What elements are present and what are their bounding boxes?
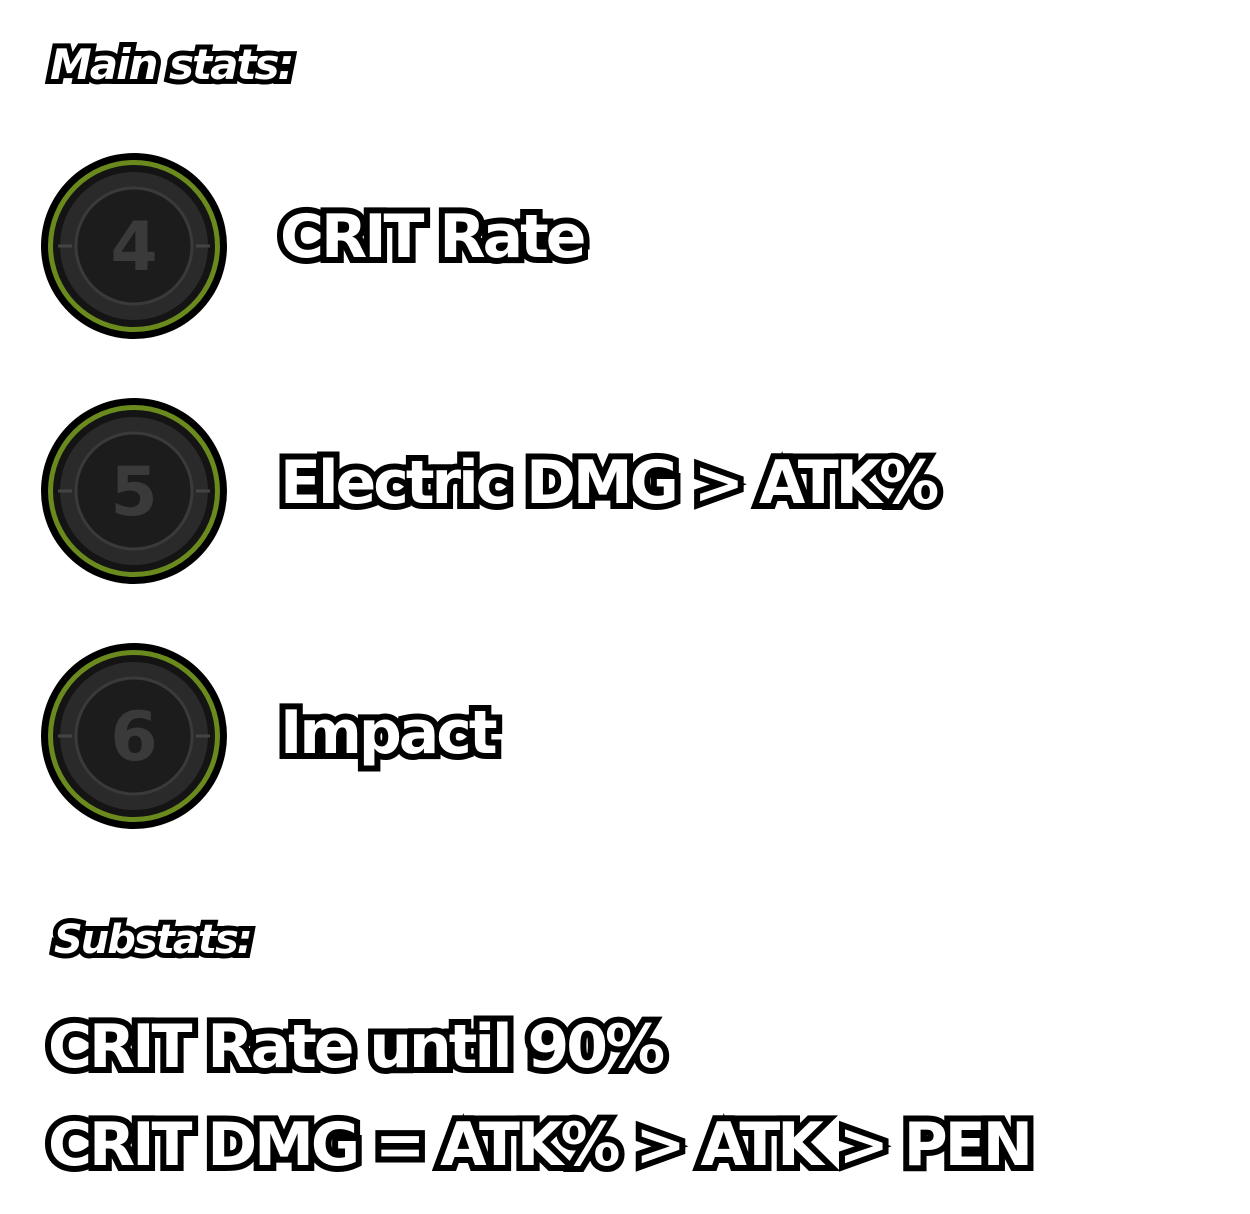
disc-slot-4-icon: 4 [38, 150, 230, 342]
main-stat-slot-6: Impact [274, 697, 503, 769]
substats-heading: Substats: [49, 915, 258, 965]
disc-slot-6-icon: 6 [38, 640, 230, 832]
substat-line-1: CRIT Rate until 90% [42, 1011, 671, 1083]
disc-slot-5-icon: 5 [38, 395, 230, 587]
substat-line-2: CRIT DMG = ATK% > ATK > PEN [42, 1109, 1039, 1181]
main-stat-slot-4: CRIT Rate [274, 201, 592, 273]
svg-text:5: 5 [110, 453, 157, 532]
svg-text:6: 6 [110, 698, 157, 777]
main-stats-heading: Main stats: [45, 39, 299, 91]
main-stat-slot-5: Electric DMG > ATK% [274, 447, 945, 519]
svg-text:4: 4 [110, 208, 157, 287]
